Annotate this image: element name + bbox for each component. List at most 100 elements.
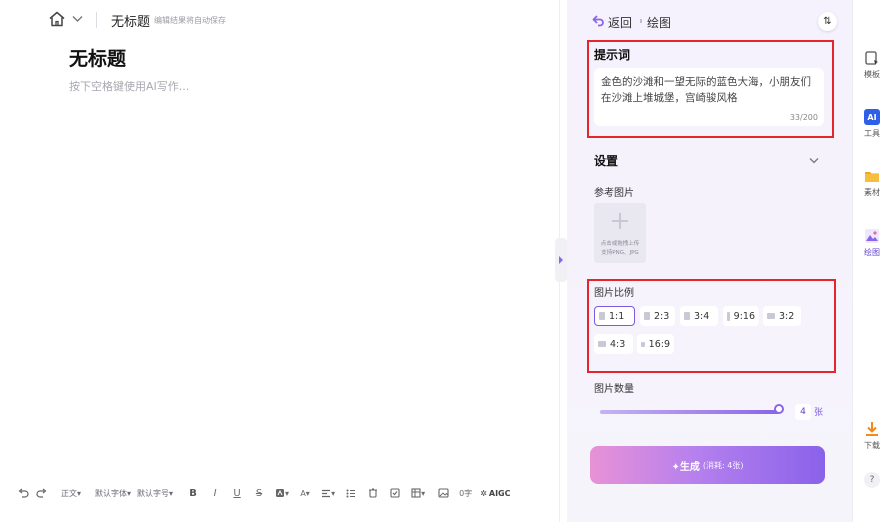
right-sidebar: 模板 AI 工具 素材 绘图 下载 ? xyxy=(852,0,890,522)
ratio-option-16-9[interactable]: 16:9 xyxy=(637,334,674,354)
ratio-swatch xyxy=(727,311,730,321)
ai-draw-panel: 返回 绘图 ⇅ 提示词 金色的沙滩和一望无际的蓝色大海，小朋友们在沙滩上堆城堡，… xyxy=(567,0,852,522)
redo-icon xyxy=(35,488,46,498)
caret-down-icon: ▾ xyxy=(77,488,82,498)
paragraph-style-select[interactable]: 正文 ▾ xyxy=(58,482,84,504)
ratio-option-3-2[interactable]: 3:2 xyxy=(763,306,801,326)
image-count-slider[interactable] xyxy=(600,410,779,414)
prompt-input[interactable]: 金色的沙滩和一望无际的蓝色大海，小朋友们在沙滩上堆城堡，宫崎骏风格 33/200 xyxy=(594,68,824,126)
caret-down-icon: ▾ xyxy=(331,488,336,498)
sidebar-item-download[interactable]: 下载 xyxy=(853,419,890,459)
generate-button[interactable]: ✦生成 (消耗: 4张) xyxy=(590,446,825,484)
plus-icon xyxy=(612,213,628,229)
chevron-down-icon[interactable] xyxy=(809,157,819,164)
ratio-option-1-1[interactable]: 1:1 xyxy=(594,306,635,326)
ratio-option-9-16[interactable]: 9:16 xyxy=(723,306,759,326)
highlight-button[interactable]: ▾ xyxy=(272,482,292,504)
back-arrow-icon[interactable] xyxy=(592,14,604,28)
caret-down-icon: ▾ xyxy=(127,488,132,498)
image-count-unit: 张 xyxy=(814,408,824,418)
generate-cost: (消耗: 4张) xyxy=(702,460,744,470)
settings-heading[interactable]: 设置 xyxy=(594,152,618,169)
prompt-text[interactable]: 金色的沙滩和一望无际的蓝色大海，小朋友们在沙滩上堆城堡，宫崎骏风格 xyxy=(601,74,819,106)
redo-button[interactable] xyxy=(32,482,50,504)
folder-icon xyxy=(865,172,879,182)
eraser-icon xyxy=(369,488,378,498)
bold-button[interactable]: B xyxy=(184,482,202,504)
font-family-select[interactable]: 默认字体 ▾ xyxy=(92,482,134,504)
sidebar-item-draw[interactable]: 绘图 xyxy=(853,226,890,266)
ai-tool-icon: AI xyxy=(864,109,880,125)
sidebar-item-assets[interactable]: 素材 xyxy=(853,166,890,206)
editor-area: 无标题 编辑结果将自动保存 无标题 按下空格键使用AI写作... 正文 ▾ 默认字… xyxy=(0,0,560,522)
document-title[interactable]: 无标题 xyxy=(69,44,126,71)
reference-image-label: 参考图片 xyxy=(594,188,634,199)
help-icon: ? xyxy=(869,475,875,485)
chevron-down-icon[interactable] xyxy=(72,15,83,23)
checklist-button[interactable] xyxy=(386,482,404,504)
table-button[interactable]: ▾ xyxy=(408,482,428,504)
undo-icon xyxy=(18,488,29,498)
ratio-option-2-3[interactable]: 2:3 xyxy=(640,306,675,326)
font-size-select[interactable]: 默认字号 ▾ xyxy=(134,482,176,504)
aigc-button[interactable]: ✲ AIGC xyxy=(477,482,513,504)
italic-button[interactable]: I xyxy=(206,482,224,504)
topbar-divider xyxy=(96,12,97,28)
panel-mode-title: 绘图 xyxy=(647,16,672,30)
checkbox-icon xyxy=(390,488,400,498)
ratio-option-4-3[interactable]: 4:3 xyxy=(594,334,633,354)
home-icon[interactable] xyxy=(48,10,66,28)
editor-topbar: 无标题 编辑结果将自动保存 xyxy=(0,0,560,40)
sort-icon: ⇅ xyxy=(823,16,832,27)
document-name[interactable]: 无标题 xyxy=(111,11,150,30)
autosave-hint: 编辑结果将自动保存 xyxy=(154,16,226,25)
panel-collapse-handle[interactable] xyxy=(555,238,567,282)
caret-down-icon: ▾ xyxy=(305,488,310,498)
ratio-swatch xyxy=(598,341,606,347)
download-icon xyxy=(866,422,878,436)
prompt-heading: 提示词 xyxy=(594,48,631,62)
reference-image-upload[interactable]: 点击或拖拽上传 支持PNG、JPG xyxy=(594,203,646,263)
help-button[interactable]: ? xyxy=(864,472,880,488)
prompt-char-counter: 33/200 xyxy=(789,113,818,122)
insert-image-button[interactable] xyxy=(434,482,452,504)
image-count-value[interactable]: 4 xyxy=(795,404,811,420)
align-button[interactable]: ▾ xyxy=(318,482,338,504)
list-icon xyxy=(346,489,356,497)
aigc-icon: ✲ xyxy=(480,488,487,498)
ratio-option-3-4[interactable]: 3:4 xyxy=(680,306,718,326)
ratio-heading: 图片比例 xyxy=(594,288,634,299)
ratio-swatch xyxy=(767,313,775,319)
strikethrough-button[interactable]: S xyxy=(250,482,268,504)
align-left-icon xyxy=(322,489,331,497)
header-separator xyxy=(640,19,642,23)
sidebar-item-template[interactable]: 模板 xyxy=(853,48,890,88)
upload-format-hint: 支持PNG、JPG xyxy=(601,250,639,256)
font-color-button[interactable]: A ▾ xyxy=(296,482,314,504)
ratio-swatch xyxy=(599,312,605,320)
undo-button[interactable] xyxy=(14,482,32,504)
back-button[interactable]: 返回 xyxy=(608,14,632,31)
format-toolbar: 正文 ▾ 默认字体 ▾ 默认字号 ▾ B I U S ▾ A ▾ ▾ ▾ 0字 ✲ AIG… xyxy=(14,480,554,506)
chevron-right-icon xyxy=(559,256,563,264)
editor-body-placeholder[interactable]: 按下空格键使用AI写作... xyxy=(69,78,189,94)
underline-button[interactable]: U xyxy=(228,482,246,504)
caret-down-icon: ▾ xyxy=(169,488,174,498)
generate-label: ✦生成 xyxy=(671,461,700,473)
table-icon xyxy=(411,488,421,498)
image-draw-icon xyxy=(865,229,879,243)
slider-fill xyxy=(600,410,779,414)
sidebar-item-tools[interactable]: AI 工具 xyxy=(853,107,890,147)
bullet-list-button[interactable] xyxy=(342,482,360,504)
upload-hint: 点击或拖拽上传 xyxy=(600,241,640,247)
caret-down-icon: ▾ xyxy=(421,488,426,498)
caret-down-icon: ▾ xyxy=(285,488,290,498)
ratio-swatch xyxy=(641,341,645,347)
sort-button[interactable]: ⇅ xyxy=(818,12,837,31)
image-count-heading: 图片数量 xyxy=(594,384,634,395)
clear-format-button[interactable] xyxy=(364,482,382,504)
ratio-swatch xyxy=(644,312,650,320)
image-icon xyxy=(438,488,449,498)
word-count: 0字 xyxy=(459,488,473,498)
slider-thumb[interactable] xyxy=(774,404,784,414)
